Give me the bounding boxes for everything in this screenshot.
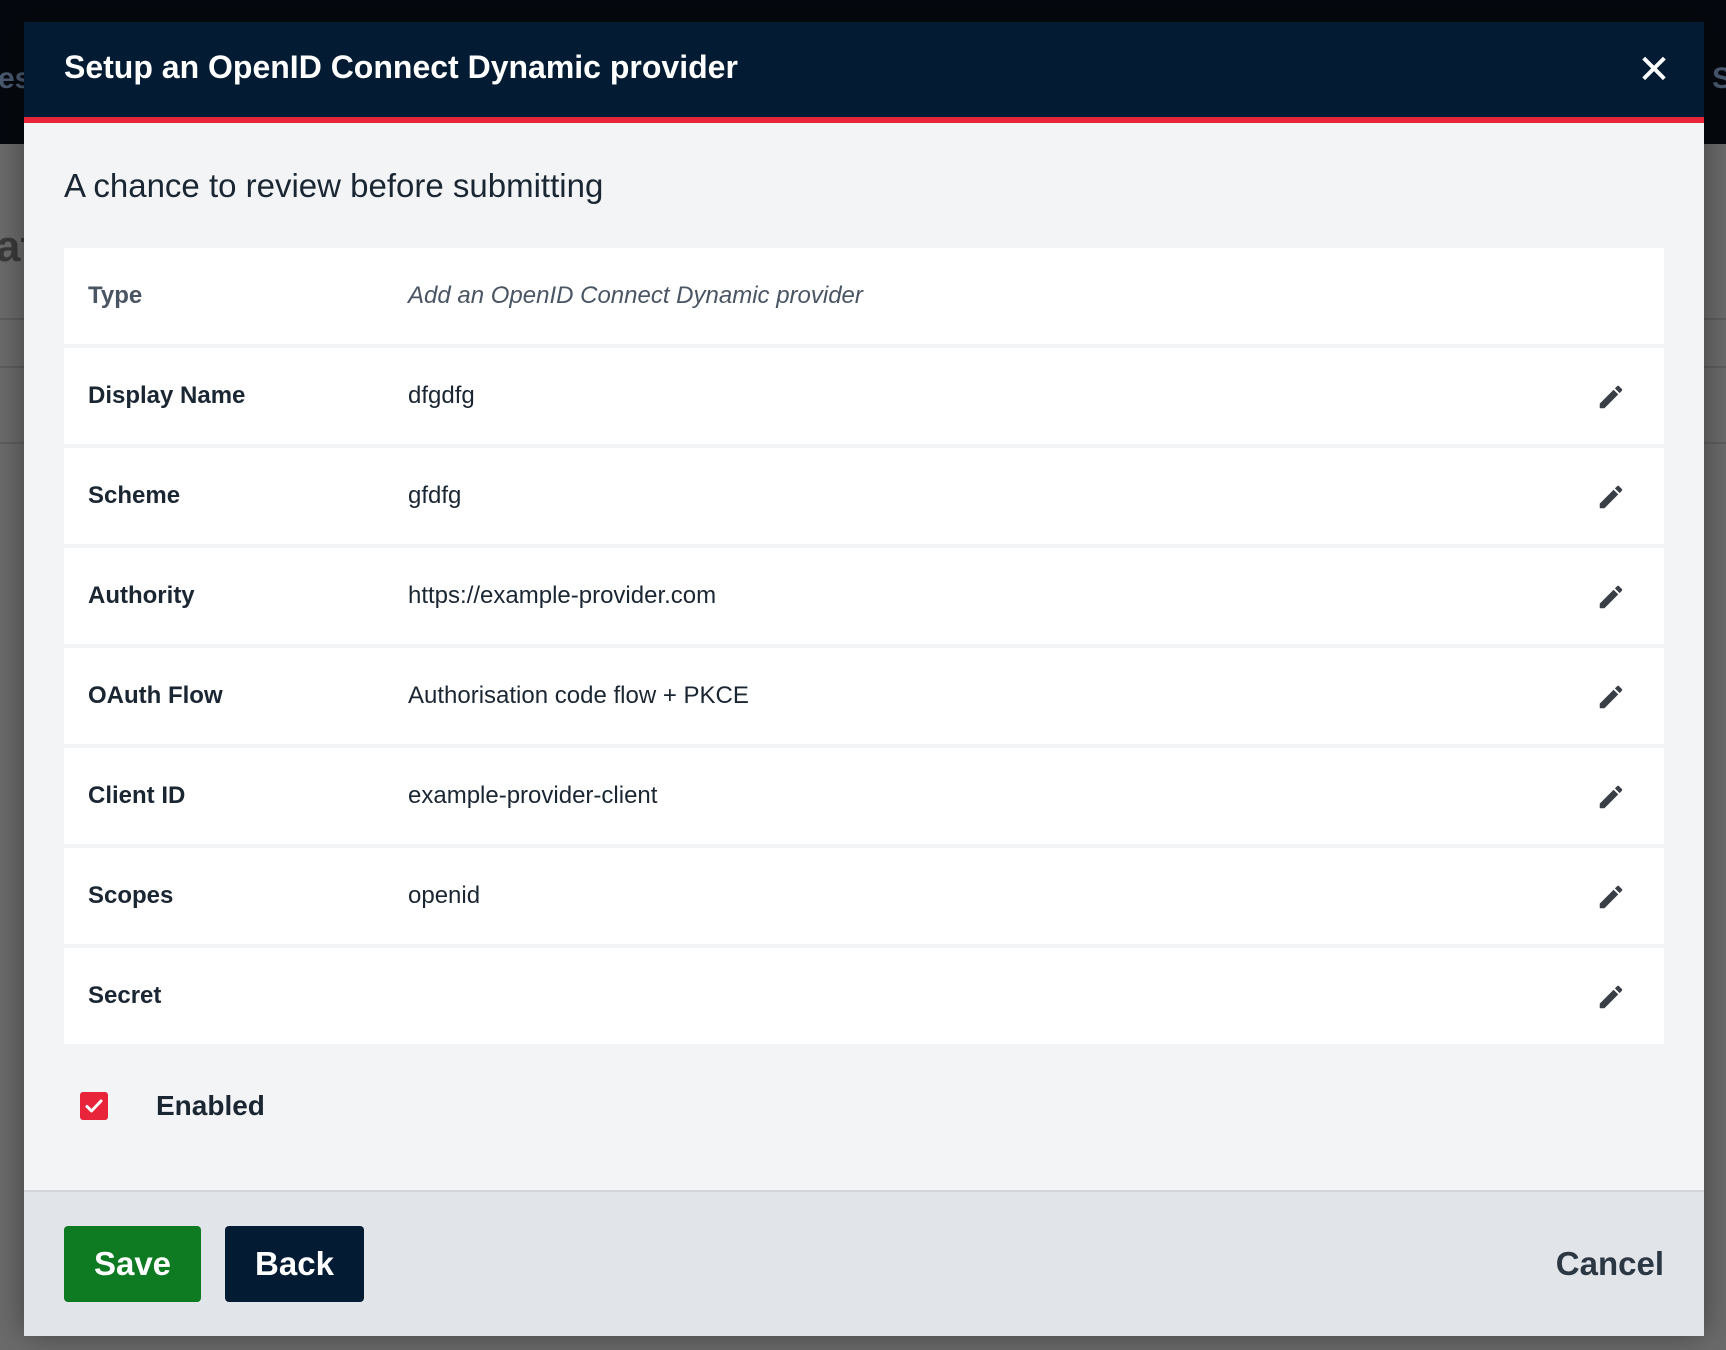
review-row-authority: Authority https://example-provider.com <box>64 548 1664 644</box>
background-text-fragment: S <box>1712 62 1726 95</box>
row-label: Secret <box>88 982 162 1009</box>
pencil-icon[interactable] <box>1596 782 1626 812</box>
row-value: example-provider-client <box>408 782 658 809</box>
pencil-icon[interactable] <box>1596 382 1626 412</box>
review-row-secret: Secret <box>64 948 1664 1044</box>
save-button[interactable]: Save <box>64 1226 201 1302</box>
row-label: Authority <box>88 582 195 609</box>
row-label: OAuth Flow <box>88 682 223 709</box>
row-value: gfdfg <box>408 482 462 509</box>
pencil-icon[interactable] <box>1596 982 1626 1012</box>
row-label: Type <box>88 282 143 309</box>
review-row-scheme: Scheme gfdfg <box>64 448 1664 544</box>
row-value: openid <box>408 882 481 909</box>
row-value: dfgdfg <box>408 382 475 409</box>
row-value: Authorisation code flow + PKCE <box>408 682 749 709</box>
row-value: Add an OpenID Connect Dynamic provider <box>408 282 863 309</box>
pencil-icon[interactable] <box>1596 882 1626 912</box>
back-button[interactable]: Back <box>225 1226 364 1302</box>
pencil-icon[interactable] <box>1596 682 1626 712</box>
setup-provider-dialog: Setup an OpenID Connect Dynamic provider… <box>24 22 1704 1336</box>
dialog-title: Setup an OpenID Connect Dynamic provider <box>64 49 738 85</box>
checkmark-icon <box>85 1099 103 1113</box>
review-subtitle: A chance to review before submitting <box>64 167 604 204</box>
pencil-icon[interactable] <box>1596 482 1626 512</box>
cancel-button[interactable]: Cancel <box>1556 1226 1664 1302</box>
dialog-footer: Save Back Cancel <box>24 1190 1704 1336</box>
review-row-client-id: Client ID example-provider-client <box>64 748 1664 844</box>
row-label: Scopes <box>88 882 174 909</box>
enabled-checkbox[interactable] <box>80 1092 108 1120</box>
row-value: https://example-provider.com <box>408 582 717 609</box>
row-label: Client ID <box>88 782 186 809</box>
pencil-icon[interactable] <box>1596 582 1626 612</box>
review-row-scopes: Scopes openid <box>64 848 1664 944</box>
review-table: Type Add an OpenID Connect Dynamic provi… <box>64 248 1664 1048</box>
review-row-oauth-flow: OAuth Flow Authorisation code flow + PKC… <box>64 648 1664 744</box>
enabled-label: Enabled <box>156 1090 265 1121</box>
row-label: Scheme <box>88 482 181 509</box>
close-icon[interactable]: ✕ <box>1634 50 1674 90</box>
row-label: Display Name <box>88 382 246 409</box>
review-row-display-name: Display Name dfgdfg <box>64 348 1664 444</box>
review-row-type: Type Add an OpenID Connect Dynamic provi… <box>64 248 1664 344</box>
dialog-header: Setup an OpenID Connect Dynamic provider… <box>24 22 1704 123</box>
